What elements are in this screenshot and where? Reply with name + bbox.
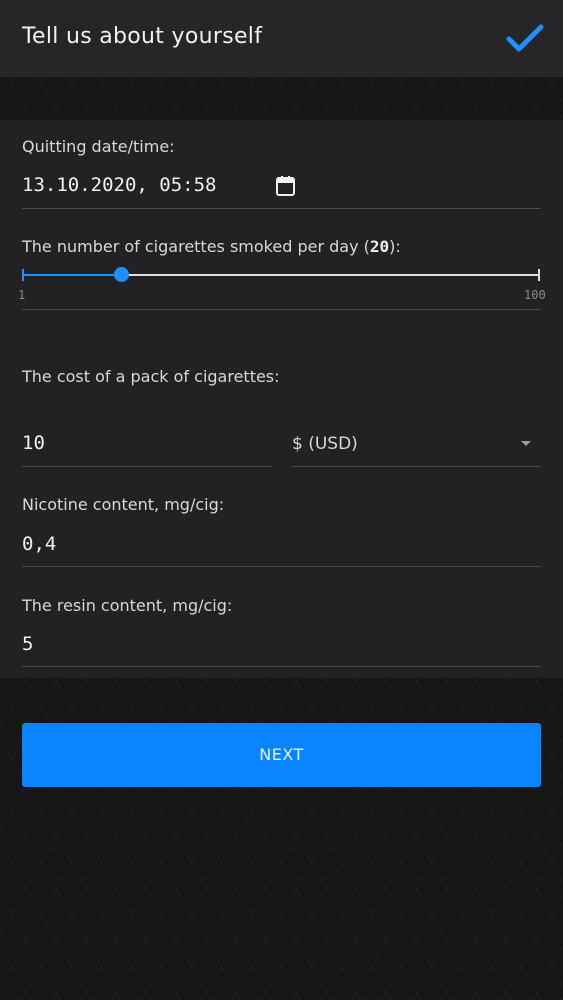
next-button[interactable]: NEXT bbox=[22, 723, 541, 787]
slider-min-tick bbox=[22, 269, 24, 281]
slider-max-label: 100 bbox=[524, 288, 546, 302]
cigarettes-underline bbox=[22, 309, 541, 310]
slider-thumb[interactable] bbox=[114, 267, 129, 282]
quit-date-underline bbox=[22, 208, 541, 209]
cigarettes-label: The number of cigarettes smoked per day … bbox=[22, 237, 401, 256]
check-icon bbox=[506, 24, 544, 52]
currency-selected: $ (USD) bbox=[292, 434, 358, 454]
app-header: Tell us about yourself bbox=[0, 0, 563, 77]
cigarettes-label-text: The number of cigarettes smoked per day … bbox=[22, 237, 370, 256]
cigarettes-count: 20 bbox=[369, 237, 390, 256]
confirm-button[interactable] bbox=[505, 22, 545, 56]
slider-fill bbox=[22, 274, 121, 276]
cigarettes-slider[interactable] bbox=[22, 267, 540, 282]
currency-underline bbox=[292, 466, 541, 467]
slider-max-tick bbox=[538, 269, 540, 281]
cost-input[interactable]: 10 bbox=[22, 432, 45, 454]
profile-form: Quitting date/time: 13.10.2020, 05:58 Th… bbox=[0, 120, 563, 678]
currency-select[interactable]: $ (USD) bbox=[292, 426, 541, 466]
resin-label: The resin content, mg/cig: bbox=[22, 596, 233, 615]
cost-underline bbox=[22, 466, 271, 467]
quit-date-input[interactable]: 13.10.2020, 05:58 bbox=[22, 174, 216, 196]
cost-label: The cost of a pack of cigarettes: bbox=[22, 367, 280, 386]
cigarettes-label-suffix: ): bbox=[389, 237, 401, 256]
resin-underline bbox=[22, 666, 541, 667]
chevron-down-icon bbox=[521, 441, 531, 446]
resin-input[interactable]: 5 bbox=[22, 633, 33, 655]
date-picker-button[interactable] bbox=[274, 174, 298, 198]
quit-date-label: Quitting date/time: bbox=[22, 137, 175, 156]
slider-min-label: 1 bbox=[18, 288, 26, 302]
nicotine-input[interactable]: 0,4 bbox=[22, 533, 56, 555]
page-title: Tell us about yourself bbox=[22, 24, 263, 49]
nicotine-label: Nicotine content, mg/cig: bbox=[22, 495, 225, 514]
nicotine-underline bbox=[22, 566, 541, 567]
calendar-icon bbox=[276, 176, 295, 196]
